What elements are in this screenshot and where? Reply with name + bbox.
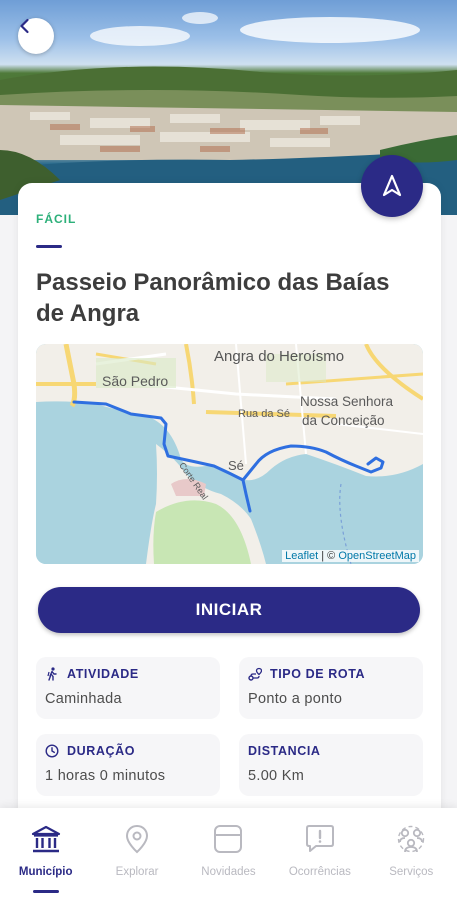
info-duration-label-row: DURAÇÃO	[45, 744, 135, 758]
nav-item-explorar[interactable]: Explorar	[91, 808, 182, 900]
info-distance-label-row: DISTANCIA	[248, 744, 321, 758]
map-label-sao-pedro: São Pedro	[102, 373, 169, 389]
municipality-icon	[29, 822, 63, 856]
nav-label-novidades: Novidades	[201, 866, 256, 878]
map-label-nossa-senhora: Nossa Senhora	[300, 394, 394, 409]
map-canvas	[36, 344, 423, 564]
navigate-button[interactable]	[361, 155, 423, 217]
difficulty-badge: FÁCIL	[36, 212, 77, 226]
hiker-icon	[47, 667, 57, 681]
route-detail-screen: FÁCIL Passeio Panorâmico das Baías de An…	[0, 0, 457, 900]
info-route-type-value: Ponto a ponto	[248, 691, 343, 707]
chevron-left-icon	[20, 18, 29, 34]
alert-chat-icon	[303, 822, 337, 856]
navigation-arrow-icon	[382, 174, 402, 197]
info-activity-value: Caminhada	[45, 691, 122, 707]
map-label-da-conceicao: da Conceição	[302, 413, 385, 428]
accent-divider	[36, 245, 62, 248]
map-label-town: Angra do Heroísmo	[214, 348, 345, 365]
nav-item-servicos[interactable]: Serviços	[366, 808, 457, 900]
info-distance-value: 5.00 Km	[248, 768, 305, 784]
nav-item-novidades[interactable]: Novidades	[183, 808, 274, 900]
nav-label-explorar: Explorar	[115, 866, 159, 878]
info-activity-label: ATIVIDADE	[67, 667, 139, 681]
map-attribution: Leaflet | © OpenStreetMap	[282, 550, 419, 562]
info-duration-value: 1 horas 0 minutos	[45, 768, 166, 784]
leaflet-link[interactable]: Leaflet	[285, 550, 318, 562]
news-card-icon	[211, 822, 245, 856]
info-activity-label-row: ATIVIDADE	[45, 667, 139, 681]
services-people-icon	[394, 822, 428, 856]
bottom-navigation: Município Explorar Novidades Ocorrências…	[0, 808, 457, 900]
clock-icon	[45, 744, 59, 758]
info-duration: DURAÇÃO 1 horas 0 minutos	[36, 734, 220, 796]
nav-item-ocorrencias[interactable]: Ocorrências	[274, 808, 365, 900]
info-route-type-label-row: TIPO DE ROTA	[248, 667, 365, 681]
start-button[interactable]: INICIAR	[38, 587, 420, 633]
route-map[interactable]: Angra do Heroísmo São Pedro Rua da Sé No…	[36, 344, 423, 564]
nav-item-municipio[interactable]: Município	[0, 808, 91, 900]
info-route-type: TIPO DE ROTA Ponto a ponto	[239, 657, 423, 719]
info-route-type-label: TIPO DE ROTA	[270, 667, 366, 681]
nav-label-ocorrencias: Ocorrências	[288, 866, 351, 878]
nav-label-servicos: Serviços	[389, 866, 434, 878]
openstreetmap-link[interactable]: OpenStreetMap	[338, 550, 416, 562]
info-distance-label: DISTANCIA	[248, 744, 321, 758]
nav-active-indicator	[33, 890, 59, 893]
info-activity: ATIVIDADE Caminhada	[36, 657, 220, 719]
route-icon	[248, 667, 262, 681]
info-duration-label: DURAÇÃO	[67, 744, 136, 758]
back-button[interactable]	[18, 18, 54, 54]
route-title: Passeio Panorâmico das Baías de Angra	[36, 269, 390, 327]
map-label-rua-da-se: Rua da Sé	[238, 408, 290, 420]
attribution-separator: | ©	[318, 550, 339, 562]
location-pin-icon	[120, 822, 154, 856]
map-label-se: Sé	[228, 458, 244, 473]
nav-label-municipio: Município	[18, 866, 73, 878]
info-distance: DISTANCIA 5.00 Km	[239, 734, 423, 796]
route-card: FÁCIL Passeio Panorâmico das Baías de An…	[18, 183, 441, 823]
